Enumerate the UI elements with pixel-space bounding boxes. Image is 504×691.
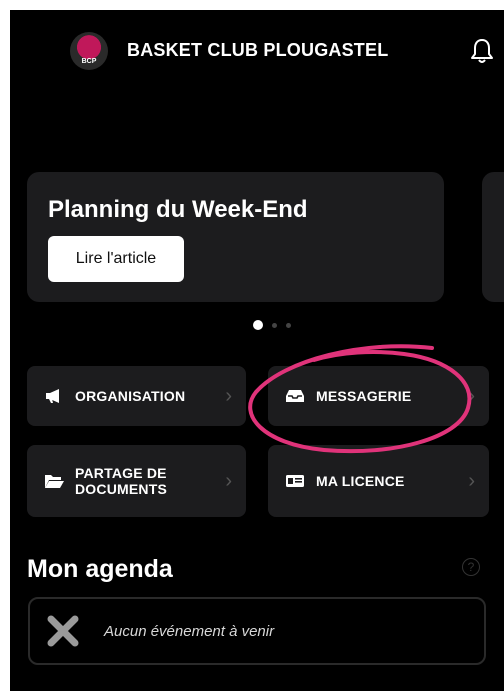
app-title: BASKET CLUB PLOUGASTEL xyxy=(127,40,389,60)
chevron-right-icon: › xyxy=(468,384,475,407)
folder-icon xyxy=(43,472,65,490)
tile-label: MESSAGERIE xyxy=(316,388,412,404)
x-icon xyxy=(47,615,79,647)
club-logo: BCP xyxy=(70,32,108,70)
chevron-right-icon: › xyxy=(468,469,475,492)
tile-messagerie[interactable]: MESSAGERIE › xyxy=(268,366,489,426)
id-card-icon xyxy=(284,472,306,490)
news-card[interactable]: Planning du Week-End Lire l'article xyxy=(27,172,444,302)
carousel-dot-active[interactable] xyxy=(253,320,263,330)
agenda-empty-state: Aucun événement à venir xyxy=(28,597,486,665)
inbox-icon xyxy=(284,387,306,405)
tile-organisation[interactable]: ORGANISATION › xyxy=(27,366,246,426)
chevron-right-icon: › xyxy=(225,469,232,492)
tile-partage-documents[interactable]: PARTAGE DE DOCUMENTS › xyxy=(27,445,246,517)
tile-ma-licence[interactable]: MA LICENCE › xyxy=(268,445,489,517)
logo-text: BCP xyxy=(81,57,97,65)
bell-icon[interactable] xyxy=(470,38,494,64)
next-news-card[interactable] xyxy=(482,172,504,302)
carousel-dot[interactable] xyxy=(286,322,291,328)
help-icon[interactable]: ? xyxy=(462,558,480,576)
tile-label: ORGANISATION xyxy=(75,388,186,404)
carousel-pagination xyxy=(253,320,291,330)
tile-label-line2: DOCUMENTS xyxy=(75,481,168,497)
tile-label-line1: PARTAGE DE xyxy=(75,465,167,481)
tile-label: MA LICENCE xyxy=(316,473,405,489)
megaphone-icon xyxy=(43,387,65,405)
agenda-title: Mon agenda xyxy=(27,555,173,583)
agenda-empty-text: Aucun événement à venir xyxy=(104,623,275,640)
news-card-title: Planning du Week-End xyxy=(48,196,308,223)
carousel-dot[interactable] xyxy=(272,322,277,328)
app-header: BCP BASKET CLUB PLOUGASTEL xyxy=(10,10,504,90)
chevron-right-icon: › xyxy=(225,384,232,407)
read-article-button[interactable]: Lire l'article xyxy=(48,236,184,282)
screen-border xyxy=(0,0,504,691)
tile-label: PARTAGE DE DOCUMENTS xyxy=(75,465,167,497)
